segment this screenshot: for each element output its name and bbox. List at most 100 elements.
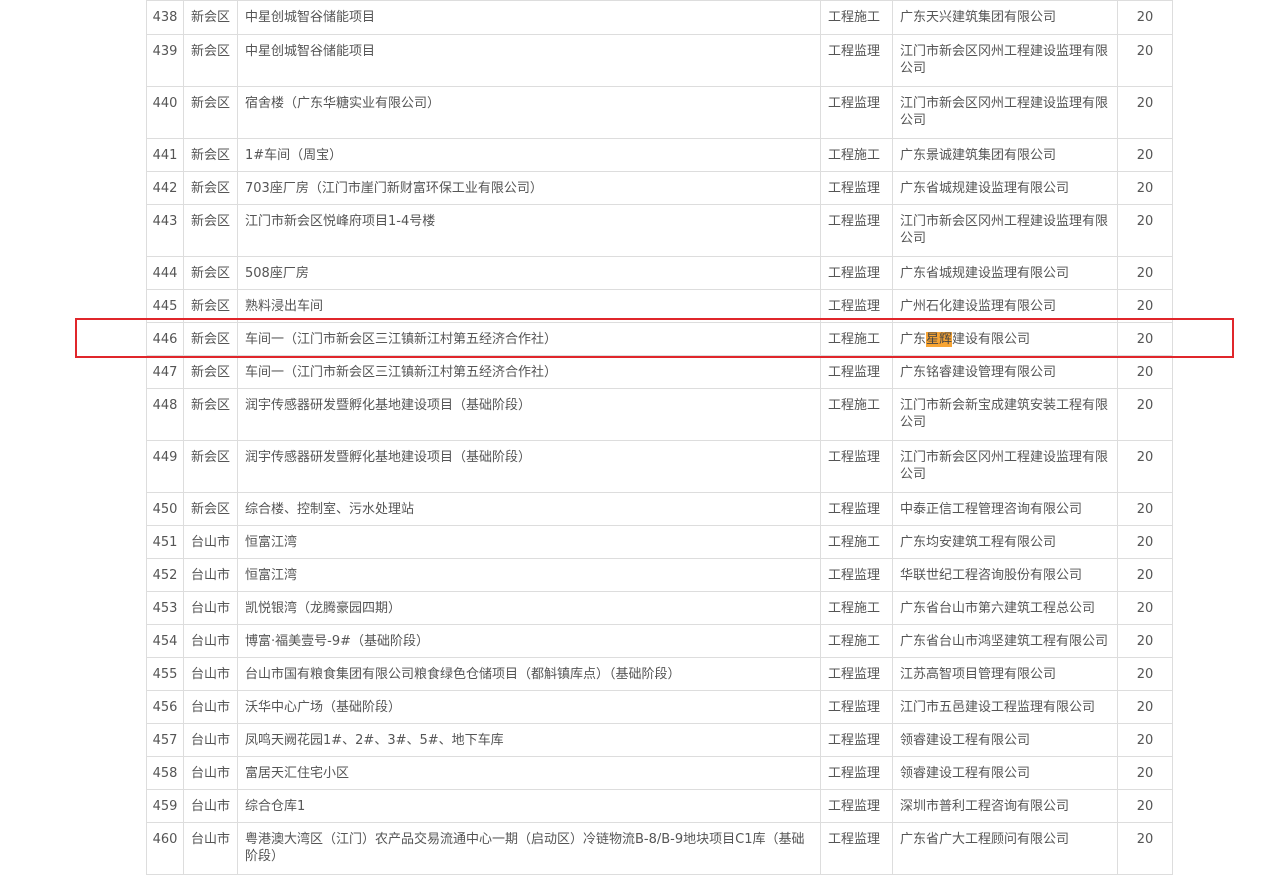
district-cell: 台山市 bbox=[183, 822, 238, 875]
score-cell: 20 bbox=[1117, 492, 1173, 526]
row-number: 445 bbox=[146, 289, 184, 323]
district-cell: 新会区 bbox=[183, 322, 238, 356]
table-row: 459 台山市 综合仓库1 工程监理 深圳市普利工程咨询有限公司 20 bbox=[146, 789, 1173, 823]
company-cell: 广东均安建筑工程有限公司 bbox=[892, 525, 1118, 559]
project-name-cell: 台山市国有粮食集团有限公司粮食绿色仓储项目（都斛镇库点）（基础阶段） bbox=[237, 657, 821, 691]
company-cell: 领睿建设工程有限公司 bbox=[892, 756, 1118, 790]
work-type-cell: 工程监理 bbox=[820, 657, 893, 691]
company-cell: 江门市新会新宝成建筑安装工程有限公司 bbox=[892, 388, 1118, 441]
company-cell: 中泰正信工程管理咨询有限公司 bbox=[892, 492, 1118, 526]
row-number: 458 bbox=[146, 756, 184, 790]
district-cell: 新会区 bbox=[183, 34, 238, 87]
score-cell: 20 bbox=[1117, 322, 1173, 356]
table-row: 457 台山市 凤鸣天阙花园1#、2#、3#、5#、地下车库 工程监理 领睿建设… bbox=[146, 723, 1173, 757]
company-cell: 深圳市普利工程咨询有限公司 bbox=[892, 789, 1118, 823]
district-cell: 台山市 bbox=[183, 591, 238, 625]
project-name-cell: 508座厂房 bbox=[237, 256, 821, 290]
district-cell: 新会区 bbox=[183, 355, 238, 389]
project-name-cell: 沃华中心广场（基础阶段） bbox=[237, 690, 821, 724]
work-type-cell: 工程监理 bbox=[820, 256, 893, 290]
table-row: 450 新会区 综合楼、控制室、污水处理站 工程监理 中泰正信工程管理咨询有限公… bbox=[146, 492, 1173, 526]
company-cell: 江门市新会区冈州工程建设监理有限公司 bbox=[892, 440, 1118, 493]
row-number: 451 bbox=[146, 525, 184, 559]
district-cell: 新会区 bbox=[183, 256, 238, 290]
project-name-cell: 熟料浸出车间 bbox=[237, 289, 821, 323]
table-row: 453 台山市 凯悦银湾（龙腾豪园四期） 工程施工 广东省台山市第六建筑工程总公… bbox=[146, 591, 1173, 625]
project-name-cell: 粤港澳大湾区（江门）农产品交易流通中心一期（启动区）冷链物流B-8/B-9地块项… bbox=[237, 822, 821, 875]
score-cell: 20 bbox=[1117, 34, 1173, 87]
work-type-cell: 工程监理 bbox=[820, 355, 893, 389]
district-cell: 台山市 bbox=[183, 657, 238, 691]
table-row: 438 新会区 中星创城智谷储能项目 工程施工 广东天兴建筑集团有限公司 20 bbox=[146, 0, 1173, 35]
district-cell: 台山市 bbox=[183, 690, 238, 724]
company-cell: 江门市新会区冈州工程建设监理有限公司 bbox=[892, 204, 1118, 257]
table-row: 455 台山市 台山市国有粮食集团有限公司粮食绿色仓储项目（都斛镇库点）（基础阶… bbox=[146, 657, 1173, 691]
score-cell: 20 bbox=[1117, 822, 1173, 875]
row-number: 450 bbox=[146, 492, 184, 526]
company-prefix: 广东 bbox=[900, 332, 927, 347]
company-cell: 江门市新会区冈州工程建设监理有限公司 bbox=[892, 34, 1118, 87]
work-type-cell: 工程监理 bbox=[820, 86, 893, 139]
row-number: 447 bbox=[146, 355, 184, 389]
company-cell: 领睿建设工程有限公司 bbox=[892, 723, 1118, 757]
district-cell: 新会区 bbox=[183, 86, 238, 139]
company-cell: 华联世纪工程咨询股份有限公司 bbox=[892, 558, 1118, 592]
work-type-cell: 工程监理 bbox=[820, 558, 893, 592]
row-number: 446 bbox=[146, 322, 184, 356]
district-cell: 新会区 bbox=[183, 0, 238, 35]
score-cell: 20 bbox=[1117, 756, 1173, 790]
project-name-cell: 车间一（江门市新会区三江镇新江村第五经济合作社） bbox=[237, 355, 821, 389]
work-type-cell: 工程施工 bbox=[820, 591, 893, 625]
table-row: 440 新会区 宿舍楼（广东华糖实业有限公司） 工程监理 江门市新会区冈州工程建… bbox=[146, 86, 1173, 139]
work-type-cell: 工程监理 bbox=[820, 492, 893, 526]
score-cell: 20 bbox=[1117, 525, 1173, 559]
district-cell: 新会区 bbox=[183, 440, 238, 493]
row-number: 448 bbox=[146, 388, 184, 441]
company-cell: 广东省城规建设监理有限公司 bbox=[892, 171, 1118, 205]
project-name-cell: 703座厂房（江门市崖门新财富环保工业有限公司） bbox=[237, 171, 821, 205]
company-cell: 江门市五邑建设工程监理有限公司 bbox=[892, 690, 1118, 724]
district-cell: 新会区 bbox=[183, 492, 238, 526]
project-name-cell: 博富·福美壹号-9#（基础阶段） bbox=[237, 624, 821, 658]
district-cell: 新会区 bbox=[183, 289, 238, 323]
score-cell: 20 bbox=[1117, 204, 1173, 257]
row-number: 438 bbox=[146, 0, 184, 35]
work-type-cell: 工程监理 bbox=[820, 789, 893, 823]
score-cell: 20 bbox=[1117, 355, 1173, 389]
project-name-cell: 润宇传感器研发暨孵化基地建设项目（基础阶段） bbox=[237, 388, 821, 441]
district-cell: 新会区 bbox=[183, 388, 238, 441]
company-cell: 广东省台山市第六建筑工程总公司 bbox=[892, 591, 1118, 625]
table-row: 441 新会区 1#车间（周宝） 工程施工 广东景诚建筑集团有限公司 20 bbox=[146, 138, 1173, 172]
district-cell: 台山市 bbox=[183, 789, 238, 823]
company-cell: 江苏高智项目管理有限公司 bbox=[892, 657, 1118, 691]
table-row: 445 新会区 熟料浸出车间 工程监理 广州石化建设监理有限公司 20 bbox=[146, 289, 1173, 323]
project-name-cell: 恒富江湾 bbox=[237, 558, 821, 592]
work-type-cell: 工程监理 bbox=[820, 34, 893, 87]
table-row: 456 台山市 沃华中心广场（基础阶段） 工程监理 江门市五邑建设工程监理有限公… bbox=[146, 690, 1173, 724]
project-name-cell: 凯悦银湾（龙腾豪园四期） bbox=[237, 591, 821, 625]
score-cell: 20 bbox=[1117, 440, 1173, 493]
row-number: 442 bbox=[146, 171, 184, 205]
score-cell: 20 bbox=[1117, 0, 1173, 35]
table-row: 448 新会区 润宇传感器研发暨孵化基地建设项目（基础阶段） 工程施工 江门市新… bbox=[146, 388, 1173, 441]
score-cell: 20 bbox=[1117, 558, 1173, 592]
score-cell: 20 bbox=[1117, 789, 1173, 823]
district-cell: 新会区 bbox=[183, 171, 238, 205]
work-type-cell: 工程监理 bbox=[820, 204, 893, 257]
project-name-cell: 中星创城智谷储能项目 bbox=[237, 0, 821, 35]
score-cell: 20 bbox=[1117, 388, 1173, 441]
project-name-cell: 恒富江湾 bbox=[237, 525, 821, 559]
score-cell: 20 bbox=[1117, 171, 1173, 205]
score-cell: 20 bbox=[1117, 591, 1173, 625]
work-type-cell: 工程施工 bbox=[820, 322, 893, 356]
project-name-cell: 润宇传感器研发暨孵化基地建设项目（基础阶段） bbox=[237, 440, 821, 493]
score-cell: 20 bbox=[1117, 289, 1173, 323]
row-number: 457 bbox=[146, 723, 184, 757]
company-cell: 广东铭睿建设管理有限公司 bbox=[892, 355, 1118, 389]
company-cell: 广东省广大工程顾问有限公司 bbox=[892, 822, 1118, 875]
work-type-cell: 工程施工 bbox=[820, 0, 893, 35]
table-row: 454 台山市 博富·福美壹号-9#（基础阶段） 工程施工 广东省台山市鸿坚建筑… bbox=[146, 624, 1173, 658]
project-name-cell: 综合仓库1 bbox=[237, 789, 821, 823]
company-cell: 广东天兴建筑集团有限公司 bbox=[892, 0, 1118, 35]
company-cell: 广东景诚建筑集团有限公司 bbox=[892, 138, 1118, 172]
